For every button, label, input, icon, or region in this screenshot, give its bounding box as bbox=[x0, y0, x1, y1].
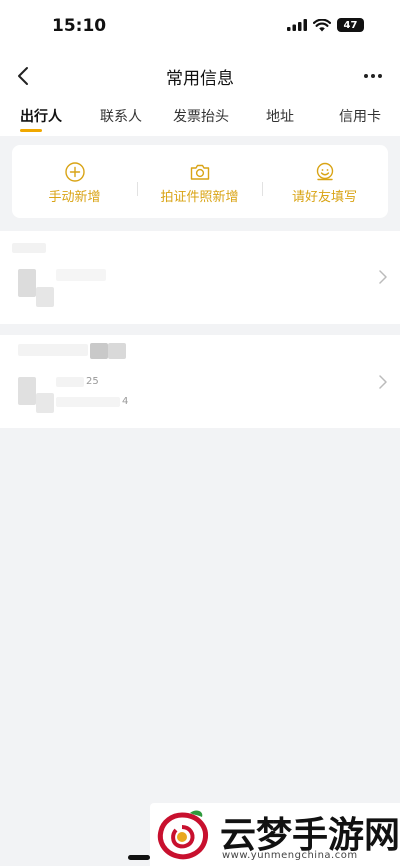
watermark: 云梦手游网 www.yunmengchina.com bbox=[150, 803, 400, 866]
status-time: 15:10 bbox=[52, 16, 107, 36]
add-actions-card: 手动新增 拍证件照新增 请好友填写 bbox=[12, 145, 388, 218]
blurred-text bbox=[36, 287, 54, 307]
nav-bar: 常用信息 bbox=[0, 54, 400, 98]
blurred-text bbox=[108, 343, 126, 359]
scan-id-add-label: 拍证件照新增 bbox=[160, 190, 239, 205]
blurred-text bbox=[18, 377, 36, 405]
chevron-right-icon bbox=[379, 375, 387, 389]
header: 15:10 47 常用信息 出行人 联系人 发票抬头 地址 信用卡 bbox=[0, 0, 400, 136]
tab-bar: 出行人 联系人 发票抬头 地址 信用卡 bbox=[0, 98, 400, 136]
manual-add-button[interactable]: 手动新增 bbox=[12, 145, 137, 218]
cellular-signal-icon bbox=[287, 19, 307, 31]
blurred-text bbox=[56, 269, 106, 281]
home-indicator bbox=[128, 855, 150, 860]
blurred-text bbox=[56, 377, 84, 387]
battery-icon: 47 bbox=[337, 18, 364, 32]
blurred-text bbox=[56, 397, 120, 407]
status-bar: 15:10 47 bbox=[0, 0, 400, 54]
wifi-icon bbox=[313, 18, 331, 31]
passenger-item[interactable] bbox=[0, 231, 400, 324]
status-icons: 47 bbox=[287, 18, 364, 32]
friend-icon bbox=[316, 162, 333, 181]
page-title: 常用信息 bbox=[166, 69, 234, 89]
tab-addresses[interactable]: 地址 bbox=[266, 106, 294, 126]
id-fragment: 25 bbox=[86, 376, 99, 387]
tab-contacts[interactable]: 联系人 bbox=[100, 106, 142, 126]
camera-icon bbox=[190, 164, 209, 180]
tab-credit-cards[interactable]: 信用卡 bbox=[339, 106, 381, 126]
manual-add-label: 手动新增 bbox=[48, 190, 101, 205]
scan-id-add-button[interactable]: 拍证件照新增 bbox=[137, 145, 262, 218]
watermark-logo bbox=[157, 810, 209, 860]
tab-invoice-titles[interactable]: 发票抬头 bbox=[173, 106, 229, 126]
blurred-text bbox=[90, 343, 108, 359]
more-icon[interactable] bbox=[362, 66, 384, 86]
blurred-text bbox=[18, 269, 36, 297]
watermark-url: www.yunmengchina.com bbox=[222, 850, 358, 861]
blurred-text bbox=[18, 344, 88, 356]
invite-friend-button[interactable]: 请好友填写 bbox=[262, 145, 387, 218]
passenger-item[interactable]: 25 4 bbox=[0, 335, 400, 428]
active-tab-indicator bbox=[20, 129, 42, 132]
invite-friend-label: 请好友填写 bbox=[291, 190, 357, 205]
tab-passengers[interactable]: 出行人 bbox=[20, 106, 62, 126]
plus-circle-icon bbox=[64, 162, 85, 182]
blurred-text bbox=[12, 243, 46, 253]
id-fragment: 4 bbox=[122, 396, 129, 407]
blurred-text bbox=[36, 393, 54, 413]
chevron-right-icon bbox=[379, 270, 387, 284]
